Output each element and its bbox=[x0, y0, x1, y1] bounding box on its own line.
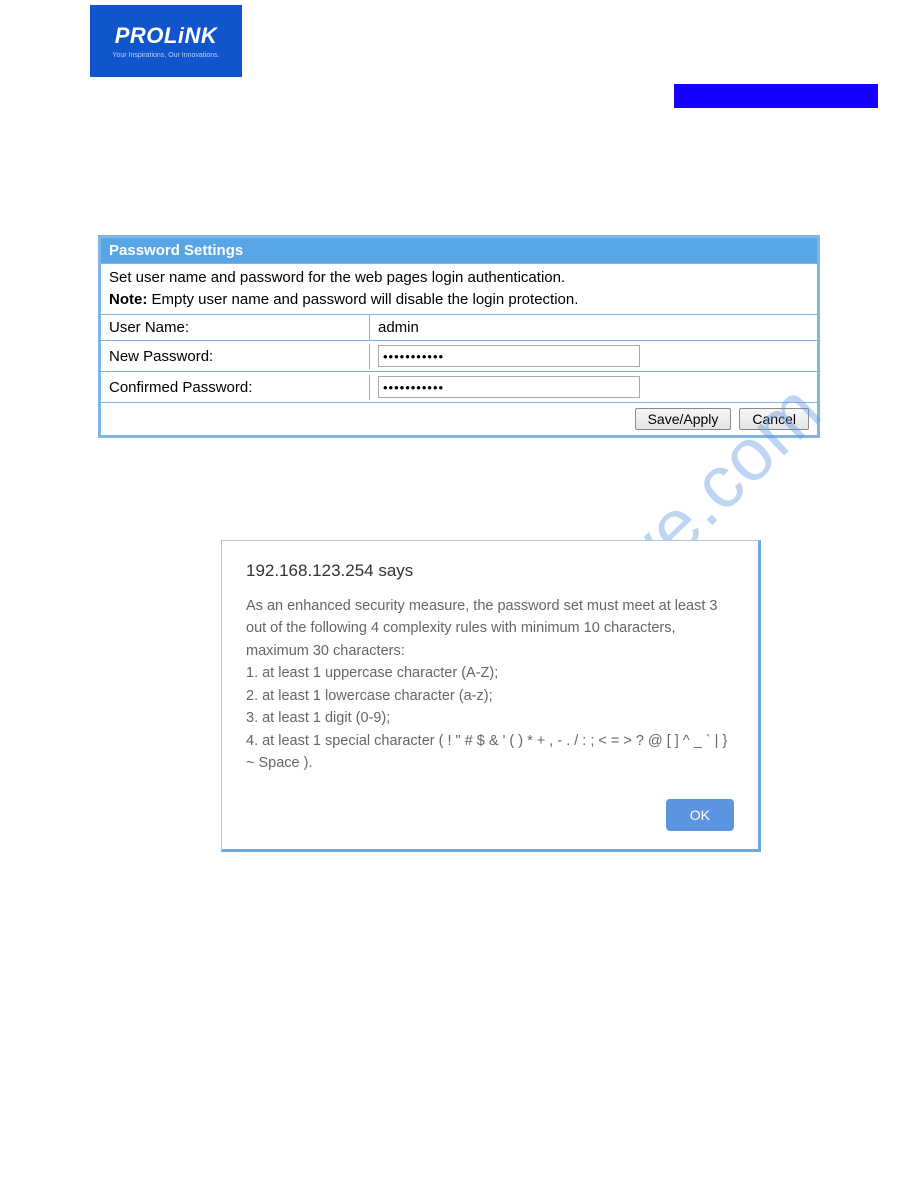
dialog-rule-4: 4. at least 1 special character ( ! " # … bbox=[246, 730, 734, 775]
username-value: admin bbox=[370, 315, 817, 340]
row-username: User Name: admin bbox=[100, 315, 818, 341]
header-blue-bar bbox=[674, 84, 878, 108]
logo-tagline: Your Inspirations, Our Innovations. bbox=[112, 52, 219, 59]
dialog-title: 192.168.123.254 says bbox=[246, 561, 734, 581]
dialog-body: As an enhanced security measure, the pas… bbox=[246, 595, 734, 775]
row-new-password: New Password: bbox=[100, 341, 818, 372]
username-label: User Name: bbox=[101, 315, 370, 340]
dialog-rule-1: 1. at least 1 uppercase character (A-Z); bbox=[246, 662, 734, 684]
dialog-rule-3: 3. at least 1 digit (0-9); bbox=[246, 707, 734, 729]
confirm-password-label: Confirmed Password: bbox=[101, 375, 370, 400]
panel-title: Password Settings bbox=[100, 237, 818, 263]
alert-dialog: 192.168.123.254 says As an enhanced secu… bbox=[221, 540, 761, 852]
desc-text: Set user name and password for the web p… bbox=[109, 269, 565, 286]
save-apply-button[interactable]: Save/Apply bbox=[635, 408, 732, 430]
cancel-button[interactable]: Cancel bbox=[739, 408, 809, 430]
logo-brand: PROLiNK bbox=[115, 23, 218, 49]
note-label: Note: bbox=[109, 291, 147, 308]
panel-description: Set user name and password for the web p… bbox=[100, 263, 818, 315]
dialog-intro: As an enhanced security measure, the pas… bbox=[246, 595, 734, 662]
note-text: Empty user name and password will disabl… bbox=[147, 291, 578, 308]
new-password-input[interactable] bbox=[378, 345, 640, 367]
button-row: Save/Apply Cancel bbox=[100, 403, 818, 436]
row-confirm-password: Confirmed Password: bbox=[100, 372, 818, 403]
brand-logo: PROLiNK Your Inspirations, Our Innovatio… bbox=[90, 5, 242, 77]
new-password-label: New Password: bbox=[101, 344, 370, 369]
dialog-rule-2: 2. at least 1 lowercase character (a-z); bbox=[246, 685, 734, 707]
ok-button[interactable]: OK bbox=[666, 799, 734, 831]
confirm-password-input[interactable] bbox=[378, 376, 640, 398]
password-settings-panel: Password Settings Set user name and pass… bbox=[98, 235, 820, 438]
